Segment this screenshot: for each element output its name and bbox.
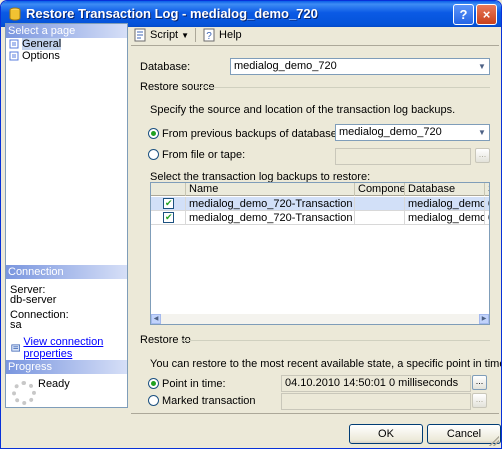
- footer-divider: [131, 413, 499, 414]
- help-book-icon: ?: [203, 28, 215, 42]
- toolbar: Script ▼ ? Help: [131, 26, 499, 44]
- marked-transaction-radio[interactable]: [148, 395, 159, 406]
- script-icon: [134, 28, 146, 42]
- page-item-label: General: [22, 38, 62, 50]
- chevron-down-icon[interactable]: ▼: [475, 125, 489, 140]
- row-s: 0: [485, 211, 489, 225]
- grid-header-component[interactable]: Component: [355, 183, 405, 196]
- dropdown-arrow-icon[interactable]: ▼: [181, 31, 189, 40]
- from-file-or-tape-radio[interactable]: [148, 149, 159, 160]
- row-database: medialog_demo_720: [405, 211, 485, 225]
- row-name: medialog_demo_720-Transaction Log Backup: [186, 197, 355, 211]
- left-panel: Select a page General Options Connection…: [5, 23, 128, 408]
- page-item-label: Options: [22, 50, 60, 62]
- file-or-tape-browse-button[interactable]: ...: [475, 148, 490, 163]
- marked-transaction-browse-button[interactable]: ...: [472, 393, 487, 408]
- select-page-header: Select a page: [6, 24, 127, 38]
- ok-button[interactable]: OK: [349, 424, 423, 444]
- grid-horizontal-scrollbar[interactable]: ◀ ▶: [151, 314, 489, 324]
- page-icon: [9, 51, 19, 61]
- row-check-cell: [151, 211, 186, 225]
- help-button[interactable]: ? Help: [202, 28, 242, 42]
- connection-properties-icon: [11, 344, 21, 352]
- previous-backups-database-select[interactable]: medialog_demo_720 ▼: [335, 124, 490, 141]
- row-component: [355, 197, 405, 211]
- database-icon: [9, 7, 21, 21]
- previous-backups-database-value: medialog_demo_720: [339, 126, 442, 138]
- window-title: Restore Transaction Log - medialog_demo_…: [26, 6, 318, 21]
- script-label: Script: [150, 29, 179, 41]
- database-select[interactable]: medialog_demo_720 ▼: [230, 58, 490, 75]
- view-connection-properties-link[interactable]: View connection properties: [11, 336, 127, 360]
- grid-header: Name Component Database S: [151, 183, 489, 196]
- file-or-tape-input[interactable]: [335, 148, 471, 165]
- point-in-time-radio[interactable]: [148, 378, 159, 389]
- row-checkbox[interactable]: [163, 197, 174, 210]
- connection-value: sa: [10, 319, 22, 331]
- from-previous-backups-label: From previous backups of database:: [162, 128, 340, 140]
- page-item-options[interactable]: Options: [6, 50, 127, 62]
- row-database: medialog_demo_720: [405, 197, 485, 211]
- help-icon: ?: [459, 7, 468, 22]
- chevron-down-icon[interactable]: ▼: [475, 59, 489, 74]
- resize-grip[interactable]: [489, 436, 499, 446]
- toolbar-separator: [195, 28, 197, 42]
- page-item-general[interactable]: General: [6, 38, 127, 50]
- point-in-time-input[interactable]: 04.10.2010 14:50:01 0 milliseconds: [281, 375, 471, 392]
- row-checkbox[interactable]: [163, 211, 174, 224]
- row-s: 0: [485, 197, 489, 211]
- grid-header-s[interactable]: S: [485, 183, 489, 196]
- table-row[interactable]: medialog_demo_720-Transaction Log Backup…: [151, 211, 489, 225]
- restore-transaction-log-dialog: Restore Transaction Log - medialog_demo_…: [0, 0, 502, 449]
- row-component: [355, 211, 405, 225]
- from-file-or-tape-label: From file or tape:: [162, 149, 246, 161]
- page-icon: [9, 39, 19, 49]
- toolbar-divider: [131, 45, 499, 46]
- backup-sets-grid[interactable]: Name Component Database S medialog_demo_…: [150, 182, 490, 325]
- grid-header-check[interactable]: [151, 183, 186, 196]
- point-in-time-label: Point in time:: [162, 378, 226, 390]
- script-button[interactable]: Script ▼: [133, 28, 189, 42]
- scroll-left-icon[interactable]: ◀: [151, 314, 161, 324]
- help-label: Help: [219, 29, 242, 41]
- point-in-time-browse-button[interactable]: ...: [472, 375, 487, 390]
- progress-header: Progress: [6, 360, 127, 374]
- help-title-button[interactable]: ?: [453, 4, 474, 25]
- restore-source-divider: [196, 87, 490, 88]
- database-value: medialog_demo_720: [234, 60, 337, 72]
- row-check-cell: [151, 197, 186, 211]
- marked-transaction-label: Marked transaction: [162, 395, 256, 407]
- progress-status: Ready: [38, 378, 70, 390]
- grid-header-name[interactable]: Name: [186, 183, 355, 196]
- view-connection-properties-label: View connection properties: [23, 336, 104, 360]
- close-button[interactable]: ×: [476, 4, 497, 25]
- from-previous-backups-radio[interactable]: [148, 128, 159, 139]
- svg-text:?: ?: [206, 31, 212, 42]
- scroll-right-icon[interactable]: ▶: [479, 314, 489, 324]
- grid-header-database[interactable]: Database: [405, 183, 485, 196]
- restore-to-divider: [181, 340, 490, 341]
- restore-source-description: Specify the source and location of the t…: [150, 104, 456, 116]
- database-label: Database:: [140, 61, 191, 73]
- close-icon: ×: [482, 7, 491, 22]
- server-value: db-server: [10, 294, 57, 306]
- row-name: medialog_demo_720-Transaction Log Backup: [186, 211, 355, 225]
- marked-transaction-input[interactable]: [281, 393, 471, 410]
- connection-header: Connection: [6, 265, 127, 279]
- table-row[interactable]: medialog_demo_720-Transaction Log Backup…: [151, 197, 489, 211]
- progress-spinner-icon: [12, 381, 36, 405]
- restore-to-description: You can restore to the most recent avail…: [150, 358, 501, 370]
